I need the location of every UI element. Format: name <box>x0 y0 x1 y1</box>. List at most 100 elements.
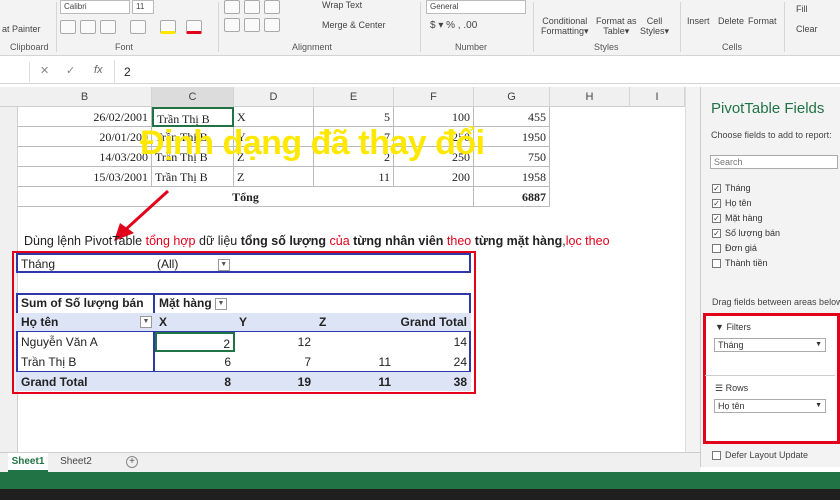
number-format-icons[interactable]: $ ▾ % , .00 <box>430 20 477 31</box>
cancel-icon[interactable]: ✕ <box>40 64 49 77</box>
filters-area-label: ▼ Filters <box>715 322 751 332</box>
name-box[interactable] <box>0 62 30 82</box>
pivot-column-field[interactable]: Mặt hàng ▼ <box>156 293 230 313</box>
cell-styles-button[interactable]: Cell Styles▾ <box>640 16 669 37</box>
column-header-h[interactable]: H <box>550 87 630 107</box>
total-value[interactable]: 6887 <box>474 187 550 207</box>
pivot-grand-cell[interactable]: 19 <box>236 372 314 392</box>
font-color-icon[interactable] <box>186 20 202 34</box>
field-search-input[interactable]: Search <box>710 155 838 169</box>
table-cell[interactable]: 15/03/2001 <box>18 167 152 187</box>
pivot-col-head-y[interactable]: Y <box>236 312 250 332</box>
table-cell[interactable]: 455 <box>474 107 550 127</box>
chevron-down-icon: ▼ <box>215 297 228 310</box>
align-middle-icon[interactable] <box>244 0 260 14</box>
align-top-icon[interactable] <box>224 0 240 14</box>
table-cell[interactable]: Z <box>234 167 314 187</box>
pivot-grand-label[interactable]: Grand Total <box>18 372 90 392</box>
defer-update-checkbox[interactable]: Defer Layout Update <box>712 450 808 461</box>
pivot-cell[interactable]: 2 <box>155 332 235 352</box>
pivot-filter-value[interactable]: (All) ▼ <box>154 254 233 274</box>
alignment-group-label: Alignment <box>292 42 333 52</box>
font-name-select[interactable]: Calibri <box>60 0 130 14</box>
pivot-cell[interactable]: 14 <box>394 332 470 352</box>
field-item[interactable]: ✓ Họ tên <box>712 198 752 209</box>
checkbox-icon: ✓ <box>712 184 721 194</box>
insert-button[interactable]: Insert <box>687 16 710 26</box>
tab-sheet2[interactable]: Sheet2 <box>56 453 96 472</box>
merge-center-button[interactable]: Merge & Center <box>322 20 386 30</box>
fill-color-icon[interactable] <box>160 20 176 34</box>
bold-icon[interactable] <box>60 20 76 34</box>
table-cell[interactable]: 200 <box>394 167 474 187</box>
filters-area-item[interactable]: Tháng ▼ <box>714 338 826 352</box>
table-cell[interactable]: 750 <box>474 147 550 167</box>
font-group-label: Font <box>115 42 134 52</box>
pivot-cell[interactable]: 7 <box>236 352 314 372</box>
borders-icon[interactable] <box>130 20 146 34</box>
column-header-e[interactable]: E <box>314 87 394 107</box>
formula-input[interactable]: 2 <box>124 65 131 79</box>
format-button[interactable]: Format <box>748 16 777 26</box>
pivot-col-head-z[interactable]: Z <box>316 312 329 332</box>
delete-button[interactable]: Delete <box>718 16 744 26</box>
rows-area-item[interactable]: Họ tên ▼ <box>714 399 826 413</box>
format-as-table-button[interactable]: Format as Table▾ <box>596 16 637 37</box>
column-header-b[interactable]: B <box>18 87 152 107</box>
align-left-icon[interactable] <box>224 18 240 32</box>
total-label[interactable]: Tổng <box>18 187 474 207</box>
checkbox-icon: ✓ <box>712 229 721 239</box>
number-format-select[interactable]: General <box>426 0 526 14</box>
sheet-tabs: Sheet1 Sheet2 + <box>0 452 700 472</box>
align-bottom-icon[interactable] <box>264 0 280 14</box>
table-cell[interactable]: 11 <box>314 167 394 187</box>
align-right-icon[interactable] <box>264 18 280 32</box>
pivot-filter-label[interactable]: Tháng <box>18 254 58 274</box>
pivot-cell[interactable]: 11 <box>316 352 394 372</box>
fill-button[interactable]: Fill <box>796 4 808 14</box>
column-header-c[interactable]: C <box>152 87 234 107</box>
pivot-grand-cell[interactable]: 11 <box>316 372 394 392</box>
pivot-cell[interactable]: 24 <box>394 352 470 372</box>
column-header-f[interactable]: F <box>394 87 474 107</box>
pivot-row-label[interactable]: Trần Thị B <box>18 352 79 372</box>
column-header-i[interactable]: I <box>630 87 685 107</box>
format-painter-button[interactable]: at Painter <box>2 24 41 34</box>
italic-icon[interactable] <box>80 20 96 34</box>
field-item[interactable]: Đơn giá <box>712 243 757 254</box>
table-cell[interactable]: 1950 <box>474 127 550 147</box>
pivot-cell[interactable]: 6 <box>156 352 234 372</box>
insert-function-icon[interactable]: fx <box>94 64 103 76</box>
table-cell[interactable]: Trần Thị B <box>152 167 234 187</box>
column-header-g[interactable]: G <box>474 87 550 107</box>
checkbox-icon <box>712 244 721 254</box>
pivot-values-label[interactable]: Sum of Số lượng bán <box>18 293 147 313</box>
enter-icon[interactable]: ✓ <box>66 64 75 77</box>
table-cell[interactable]: 26/02/2001 <box>18 107 152 127</box>
font-size-select[interactable]: 11 <box>132 0 154 14</box>
wrap-text-button[interactable]: Wrap Text <box>322 0 362 10</box>
field-item[interactable]: ✓ Mặt hàng <box>712 213 763 224</box>
field-item[interactable]: Thành tiền <box>712 258 768 269</box>
pivot-row-label[interactable]: Nguyễn Văn A <box>18 332 101 352</box>
vertical-scrollbar[interactable] <box>685 87 700 452</box>
pivot-grand-cell[interactable]: 38 <box>394 372 470 392</box>
table-cell[interactable]: 20/01/200 <box>18 127 152 147</box>
align-center-icon[interactable] <box>244 18 260 32</box>
pivot-row-field[interactable]: Họ tên ▼ <box>18 312 154 332</box>
field-item[interactable]: ✓ Tháng <box>712 183 751 194</box>
tab-sheet1[interactable]: Sheet1 <box>8 453 48 472</box>
underline-icon[interactable] <box>100 20 116 34</box>
field-item[interactable]: ✓ Số lượng bán <box>712 228 780 239</box>
pivot-cell[interactable]: 12 <box>236 332 314 352</box>
pivot-cell[interactable] <box>316 332 394 352</box>
pivot-col-head-x[interactable]: X <box>156 312 170 332</box>
column-header-d[interactable]: D <box>234 87 314 107</box>
pivot-grand-cell[interactable]: 8 <box>156 372 234 392</box>
table-cell[interactable]: 1958 <box>474 167 550 187</box>
table-cell[interactable]: 14/03/200 <box>18 147 152 167</box>
clear-button[interactable]: Clear <box>796 24 818 34</box>
conditional-formatting-button[interactable]: Conditional Formatting▾ <box>541 16 589 37</box>
add-sheet-icon[interactable]: + <box>126 456 138 468</box>
pivot-col-head-total[interactable]: Grand Total <box>394 312 470 332</box>
